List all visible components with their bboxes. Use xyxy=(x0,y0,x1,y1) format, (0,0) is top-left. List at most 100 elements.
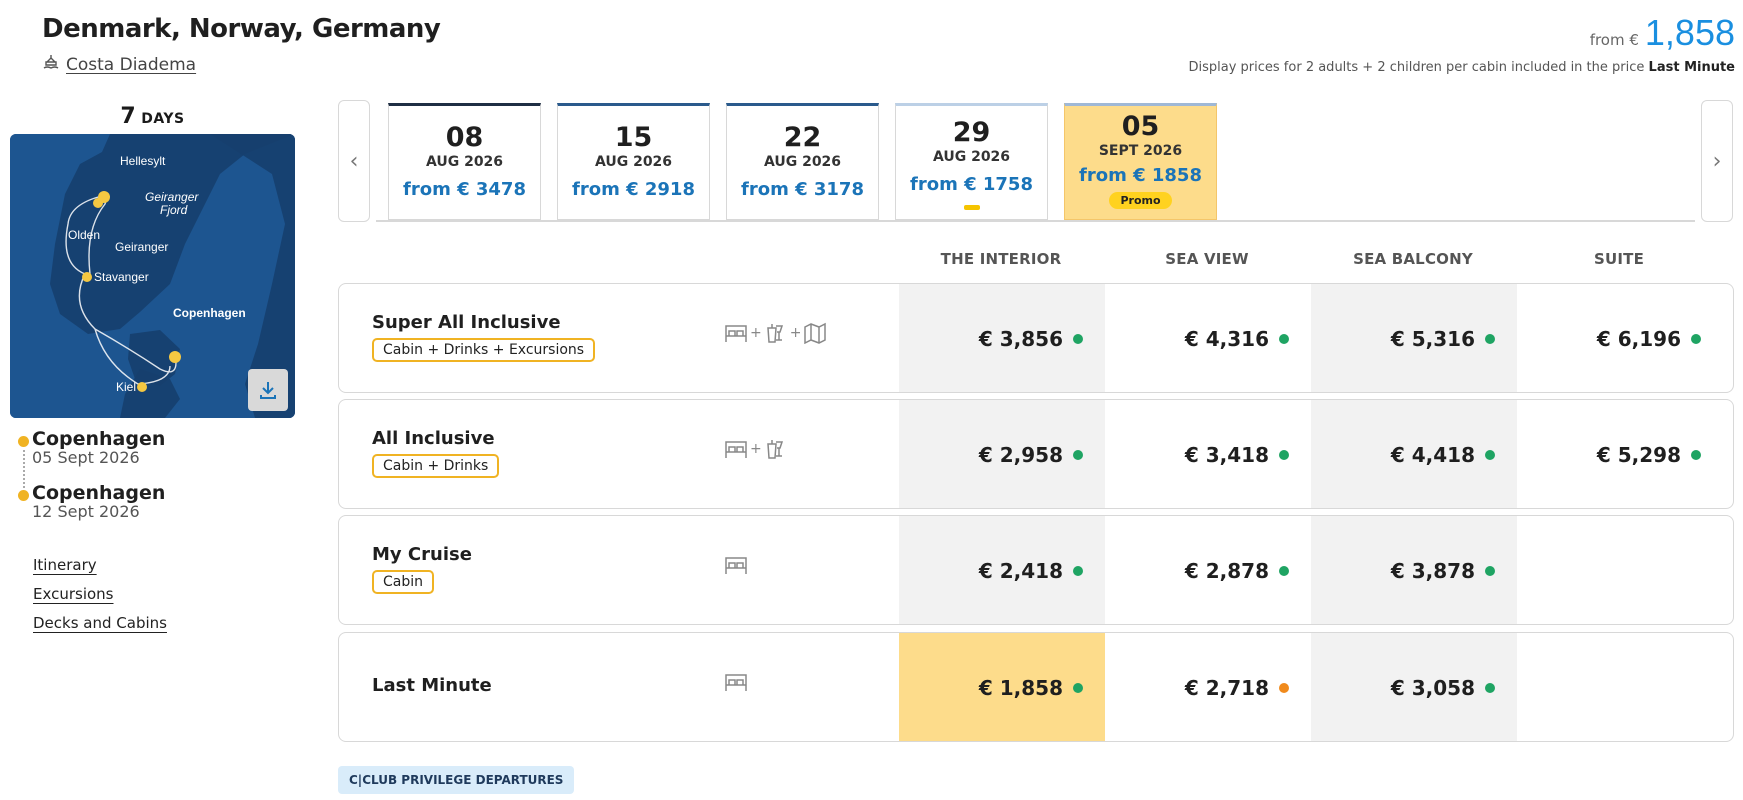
price-sea-view[interactable]: € 2,718 xyxy=(1105,633,1311,741)
date-day: 08 xyxy=(445,122,484,153)
ship-link[interactable]: Costa Diadema xyxy=(42,53,196,76)
package-icons: + + xyxy=(724,322,827,344)
price-value: € 6,196 xyxy=(1596,327,1681,351)
availability-dot xyxy=(1073,566,1083,576)
package-name: My Cruise xyxy=(372,544,472,565)
itinerary-stops: Copenhagen 05 Sept 2026 Copenhagen 12 Se… xyxy=(18,428,165,536)
package-tag: Cabin + Drinks xyxy=(372,454,500,478)
date-price: from € 3478 xyxy=(403,179,526,200)
date-day: 29 xyxy=(952,117,991,148)
duration: 7 DAYS xyxy=(10,104,295,129)
itinerary-map[interactable]: Hellesylt Geiranger Fjord Olden Geirange… xyxy=(10,134,295,418)
date-day: 05 xyxy=(1121,111,1160,142)
price-value: € 2,958 xyxy=(978,443,1063,467)
package-icons xyxy=(724,671,748,693)
col-interior: THE INTERIOR xyxy=(940,250,1062,268)
map-label-geiranger-fjord-1: Geiranger xyxy=(145,190,199,204)
price-value: € 3,418 xyxy=(1184,443,1269,467)
price-interior[interactable]: € 2,418 xyxy=(899,516,1105,624)
date-price: from € 2918 xyxy=(572,179,695,200)
date-price: from € 3178 xyxy=(741,179,864,200)
chevron-right-icon: › xyxy=(1712,148,1722,174)
club-privilege-badge[interactable]: C|CLUB PRIVILEGE DEPARTURES xyxy=(338,766,575,794)
price-sea-view[interactable]: € 3,418 xyxy=(1105,400,1311,508)
days-number: 7 xyxy=(120,104,136,129)
price-sea-view[interactable]: € 2,878 xyxy=(1105,516,1311,624)
map-label-kiel: Kiel xyxy=(116,380,136,394)
availability-dot xyxy=(1073,450,1083,460)
price-sea-view[interactable]: € 4,316 xyxy=(1105,284,1311,392)
package-row: Last Minute € 1,858 € 2,718 € 3,058 xyxy=(338,632,1734,742)
link-excursions[interactable]: Excursions xyxy=(33,585,167,603)
availability-dot xyxy=(1485,334,1495,344)
price-suite[interactable]: € 5,298 xyxy=(1517,400,1723,508)
date-tab[interactable]: 15 AUG 2026 from € 2918 xyxy=(557,103,710,220)
package-name: All Inclusive xyxy=(372,428,495,449)
stop-date: 05 Sept 2026 xyxy=(32,448,140,467)
package-row: All Inclusive Cabin + Drinks + € 2,958 €… xyxy=(338,399,1734,509)
package-row: Super All Inclusive Cabin + Drinks + Exc… xyxy=(338,283,1734,393)
availability-dot xyxy=(1485,566,1495,576)
availability-dot xyxy=(1485,450,1495,460)
date-tab[interactable]: 29 AUG 2026 from € 1758 xyxy=(895,103,1048,220)
drinks-icon xyxy=(766,324,783,343)
price-suite[interactable]: € 6,196 xyxy=(1517,284,1723,392)
map-label-copenhagen: Copenhagen xyxy=(173,306,246,320)
sidebar-links: Itinerary Excursions Decks and Cabins xyxy=(33,556,167,643)
price-value: € 5,298 xyxy=(1596,443,1681,467)
price-sea-balcony[interactable]: € 3,058 xyxy=(1311,633,1517,741)
col-suite: SUITE xyxy=(1593,250,1645,268)
price-value: € 3,058 xyxy=(1390,676,1475,700)
package-tag: Cabin + Drinks + Excursions xyxy=(372,338,596,362)
price-note-text: Display prices for 2 adults + 2 children… xyxy=(1188,60,1645,75)
price-value: € 3,878 xyxy=(1390,559,1475,583)
date-carousel: ‹ 08 AUG 2026 from € 3478 15 AUG 2026 fr… xyxy=(338,100,1733,222)
price-value: € 4,316 xyxy=(1184,327,1269,351)
price-interior[interactable]: € 3,856 xyxy=(899,284,1105,392)
stop-dot xyxy=(18,436,29,447)
price-amount: 1,858 xyxy=(1644,12,1735,53)
arrival-stop: Copenhagen 12 Sept 2026 xyxy=(18,482,165,536)
availability-dot xyxy=(1073,683,1083,693)
price-from-label: from € xyxy=(1589,31,1639,49)
package-icons: + xyxy=(724,438,788,460)
map-label-stavanger: Stavanger xyxy=(94,270,149,284)
carousel-baseline xyxy=(376,220,1695,222)
download-map-button[interactable] xyxy=(248,369,288,411)
price-interior-selected[interactable]: € 1,858 xyxy=(899,633,1105,741)
price-value: € 4,418 xyxy=(1390,443,1475,467)
date-price: from € 1858 xyxy=(1079,165,1202,186)
date-tab[interactable]: 08 AUG 2026 from € 3478 xyxy=(388,103,541,220)
chevron-left-icon: ‹ xyxy=(349,148,359,174)
price-sea-balcony[interactable]: € 5,316 xyxy=(1311,284,1517,392)
excursions-icon xyxy=(804,322,827,344)
prev-dates-button[interactable]: ‹ xyxy=(338,100,370,222)
date-price: from € 1758 xyxy=(910,174,1033,195)
availability-dot-limited xyxy=(1279,683,1289,693)
date-month: AUG 2026 xyxy=(932,149,1011,165)
date-tab[interactable]: 22 AUG 2026 from € 3178 xyxy=(726,103,879,220)
package-name: Last Minute xyxy=(372,675,492,696)
link-itinerary[interactable]: Itinerary xyxy=(33,556,167,574)
price-value: € 2,718 xyxy=(1184,676,1269,700)
cabin-icon xyxy=(725,441,747,458)
days-unit: DAYS xyxy=(141,111,185,127)
col-sea-view: SEA VIEW xyxy=(1165,250,1249,268)
availability-dot xyxy=(1279,566,1289,576)
price-interior[interactable]: € 2,958 xyxy=(899,400,1105,508)
date-day: 15 xyxy=(614,122,653,153)
ship-icon xyxy=(42,53,60,76)
package-icons xyxy=(724,554,748,576)
map-label-olden: Olden xyxy=(68,228,100,242)
date-tab-selected[interactable]: 05 SEPT 2026 from € 1858 Promo xyxy=(1064,103,1217,220)
price-sea-balcony[interactable]: € 3,878 xyxy=(1311,516,1517,624)
next-dates-button[interactable]: › xyxy=(1701,100,1733,222)
availability-dot xyxy=(1691,334,1701,344)
page-title: Denmark, Norway, Germany xyxy=(42,14,441,44)
price-value: € 2,878 xyxy=(1184,559,1269,583)
map-label-geiranger-fjord-2: Fjord xyxy=(160,203,188,217)
link-decks-and-cabins[interactable]: Decks and Cabins xyxy=(33,614,167,632)
date-month: AUG 2026 xyxy=(594,154,673,170)
download-icon xyxy=(260,382,276,399)
price-sea-balcony[interactable]: € 4,418 xyxy=(1311,400,1517,508)
